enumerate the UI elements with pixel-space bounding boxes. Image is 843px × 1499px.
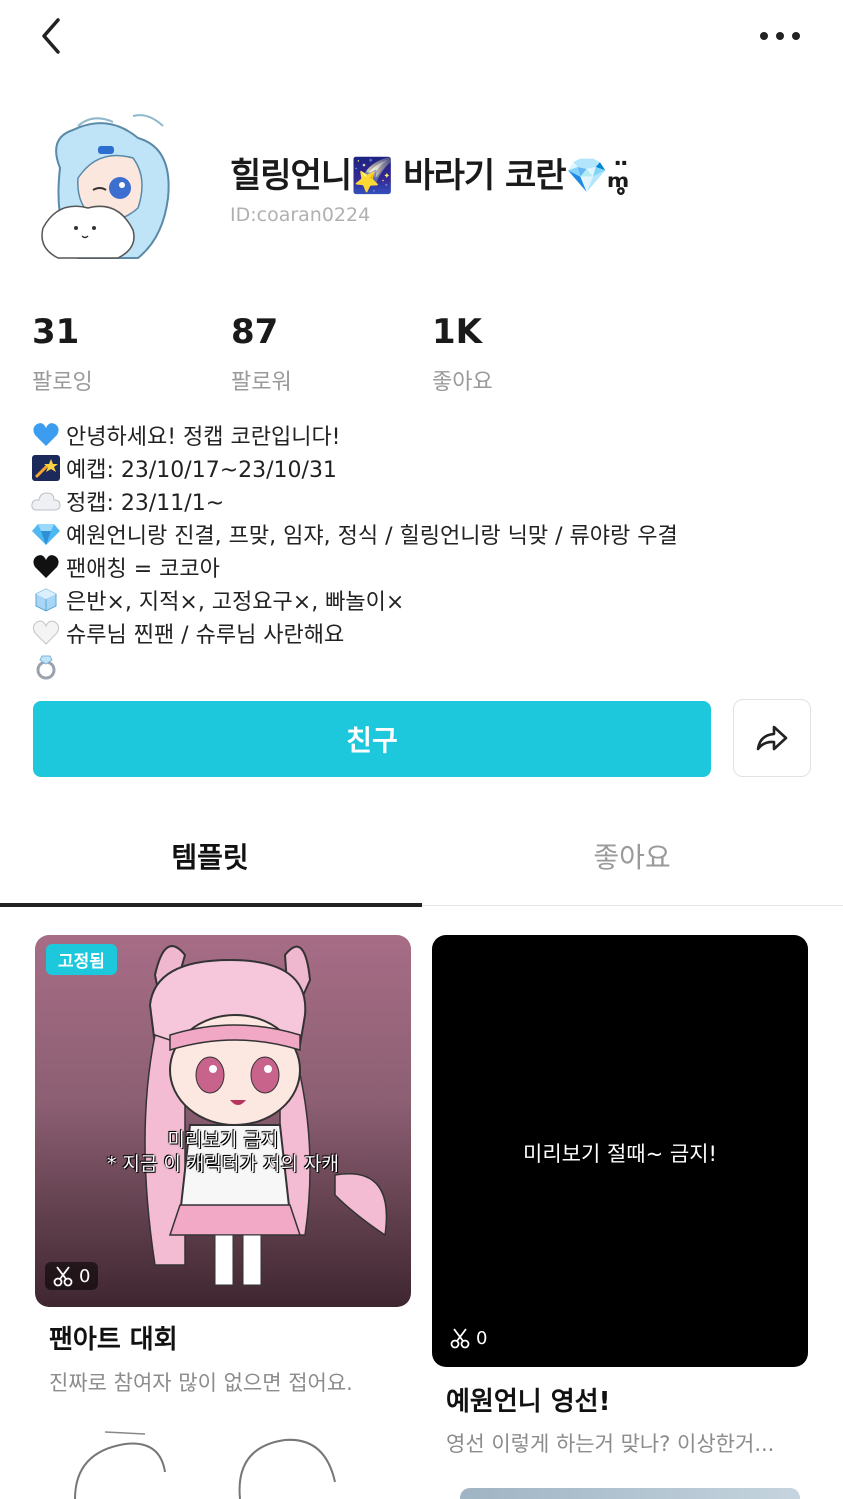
profile-user-id: ID:coaran0224 <box>230 204 371 226</box>
card-description: 영선 이렇게 하는거 맞나? 이상한거... <box>446 1432 775 1456</box>
scissors-icon <box>450 1328 470 1349</box>
clip-count-badge: 0 <box>442 1324 495 1352</box>
following-count[interactable]: 31 <box>32 312 79 352</box>
followers-label[interactable]: 팔로워 <box>231 364 292 396</box>
template-thumbnail[interactable] <box>35 935 411 1307</box>
share-button[interactable] <box>733 699 811 777</box>
white-heart-icon <box>30 620 62 646</box>
cloud-icon <box>30 488 62 514</box>
tab-active-indicator <box>0 903 422 907</box>
share-arrow-icon <box>756 725 788 751</box>
pinned-badge: 고정됨 <box>46 944 117 975</box>
gem-icon <box>30 521 62 547</box>
thumbnail-caption: 미리보기 절때~ 금지! <box>523 1142 717 1166</box>
card-title: 예원언니 영선! <box>446 1387 611 1417</box>
tab-templates[interactable]: 템플릿 <box>0 836 420 876</box>
bio-line: 팬애칭 = 코코아 <box>30 550 820 583</box>
card-description: 진짜로 참여자 많이 없으면 접어요. <box>49 1371 353 1395</box>
character-illustration <box>144 945 388 1286</box>
template-card-partial[interactable] <box>460 1488 800 1499</box>
thumbnail-caption: * 지금 이 캐릭터가 저의 자캐 <box>107 1153 339 1175</box>
chevron-left-icon <box>42 18 60 54</box>
more-dots-icon <box>760 32 800 40</box>
sketch-thumbnail <box>74 1431 336 1499</box>
likes-count: 1K <box>432 312 483 352</box>
bio-line: 예캡: 23/10/17~23/10/31 <box>30 451 820 484</box>
clip-count-badge: 0 <box>45 1262 99 1290</box>
bio-line: 정캡: 23/11/1~ <box>30 484 820 517</box>
likes-label: 좋아요 <box>432 370 493 395</box>
blue-heart-icon <box>30 422 62 448</box>
template-card-partial[interactable] <box>35 1422 411 1499</box>
black-heart-icon <box>30 554 62 580</box>
bio-line: 예원언니랑 진결, 프맞, 임쟈, 정식 / 힐링언니랑 닉맞 / 류야랑 우결 <box>30 517 820 550</box>
back-button[interactable] <box>30 14 74 58</box>
following-label[interactable]: 팔로잉 <box>32 364 93 396</box>
ice-cube-icon <box>30 587 62 613</box>
bio-line <box>30 649 820 682</box>
profile-username: 힐링언니🌠 바라기 코란💎ₘ̥̈ <box>230 156 629 196</box>
template-card[interactable]: 미리보기 금지 * 지금 이 캐릭터가 저의 자캐 0 팬아트 대회 진짜로 참… <box>35 935 411 1405</box>
profile-avatar <box>38 108 188 270</box>
bio-line: 안녕하세요! 정캡 코란입니다! <box>30 418 820 451</box>
bio-line: 은반×, 지적×, 고정요구×, 빠놀이× <box>30 583 820 616</box>
tab-likes[interactable]: 좋아요 <box>422 836 842 876</box>
friend-button[interactable]: 친구 <box>33 701 711 777</box>
bio-line: 슈루님 찐팬 / 슈루님 사란해요 <box>30 616 820 649</box>
profile-bio: 안녕하세요! 정캡 코란입니다! 예캡: 23/10/17~23/10/31 정… <box>30 418 820 682</box>
ring-icon <box>30 653 62 679</box>
thumbnail-caption: 미리보기 금지 <box>167 1129 279 1151</box>
scissors-icon <box>53 1266 73 1287</box>
card-title: 팬아트 대회 <box>49 1325 178 1355</box>
tab-divider <box>422 905 843 906</box>
more-options-button[interactable] <box>752 18 808 54</box>
shooting-star-icon <box>30 454 62 481</box>
followers-count[interactable]: 87 <box>231 312 278 352</box>
template-card[interactable]: 미리보기 절때~ 금지! 0 예원언니 영선! 영선 이렇게 하는거 맞나? 이… <box>432 935 808 1465</box>
